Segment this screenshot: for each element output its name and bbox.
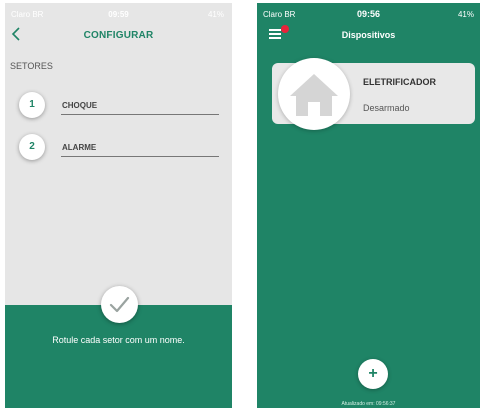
house-icon <box>278 58 350 130</box>
section-label: SETORES <box>10 61 53 71</box>
input-underline <box>61 114 219 115</box>
page-title: Dispositivos <box>341 30 396 40</box>
status-bar: Claro BR 09:59 41% <box>5 3 232 21</box>
page-title: CONFIGURAR <box>83 30 154 41</box>
configurar-screen: Claro BR 09:59 41% CONFIGURAR SETORES 1 … <box>5 3 232 408</box>
check-icon[interactable] <box>101 286 138 323</box>
plus-icon[interactable]: + <box>358 359 388 389</box>
sector-name-input[interactable]: CHOQUE <box>62 101 97 110</box>
status-bar: Claro BR 09:56 41% <box>257 3 480 21</box>
device-name: ELETRIFICADOR <box>363 77 436 87</box>
sector-name-input[interactable]: ALARME <box>62 143 96 152</box>
sector-number: 1 <box>19 92 45 118</box>
device-state: Desarmado <box>363 103 410 113</box>
battery-label: 41% <box>207 10 224 19</box>
hint-text: Rotule cada setor com um nome. <box>52 335 185 345</box>
sector-row-1[interactable]: 1 CHOQUE <box>19 92 219 122</box>
sector-row-2[interactable]: 2 ALARME <box>19 134 219 164</box>
input-underline <box>61 156 219 157</box>
clock-label: 09:56 <box>356 9 381 19</box>
sector-number: 2 <box>19 134 45 160</box>
battery-label: 41% <box>457 10 474 19</box>
clock-label: 09:59 <box>108 10 129 19</box>
dispositivos-screen: Claro BR 09:56 41% Dispositivos ELETRIFI… <box>257 3 480 408</box>
updated-timestamp: Atualizado em: 09:56:37 <box>341 401 396 407</box>
